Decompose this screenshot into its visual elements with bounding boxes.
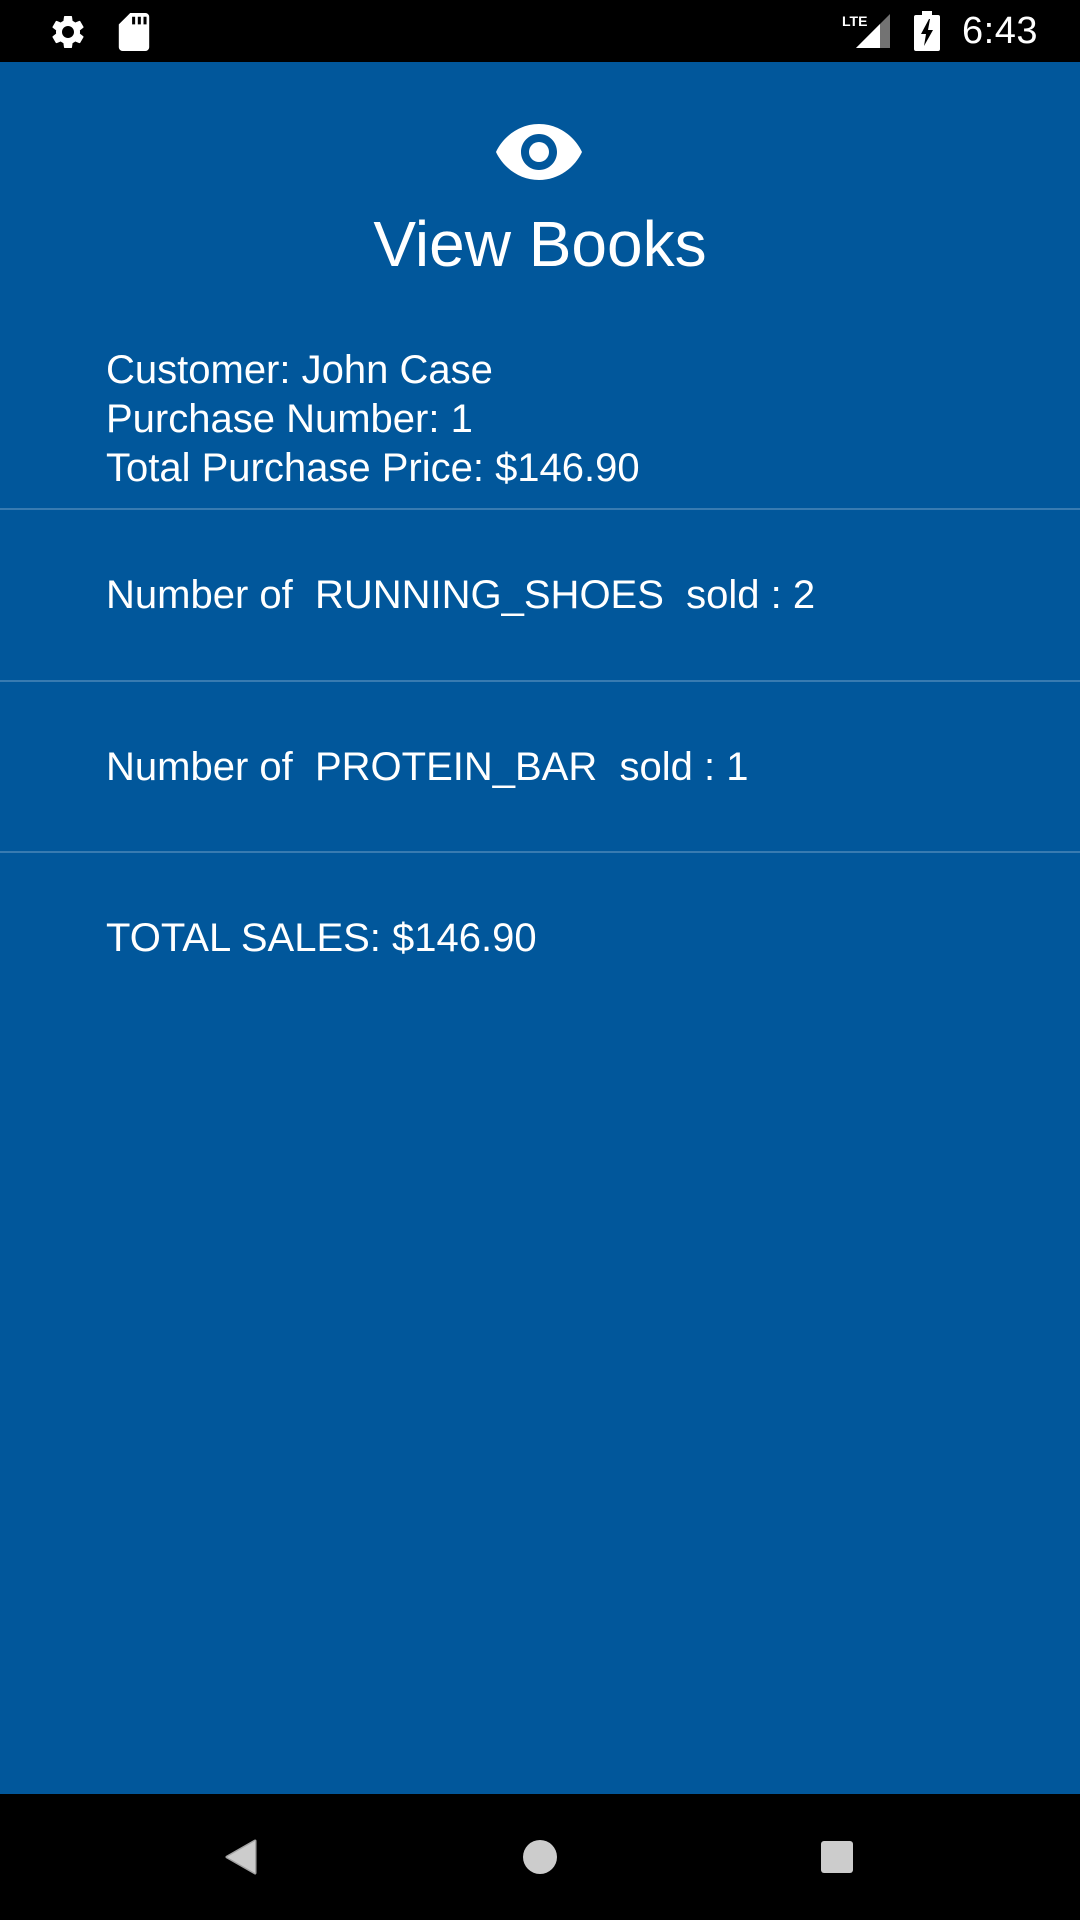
status-left-icons — [48, 12, 150, 52]
eye-icon — [496, 124, 582, 180]
list-item[interactable]: Number of RUNNING_SHOES sold : 2 — [0, 510, 1080, 680]
customer-info: Customer: John Case Purchase Number: 1 T… — [106, 346, 640, 493]
total-sales: TOTAL SALES: $146.90 — [106, 915, 537, 960]
total-purchase-price: Total Purchase Price: $146.90 — [106, 446, 640, 490]
back-button[interactable] — [208, 1824, 274, 1890]
back-icon — [225, 1839, 257, 1875]
total-sales-row: TOTAL SALES: $146.90 — [0, 853, 1080, 1023]
home-icon — [523, 1840, 557, 1874]
status-bar: LTE 6:43 — [0, 0, 1080, 62]
sd-card-icon — [118, 13, 150, 51]
home-button[interactable] — [507, 1824, 573, 1890]
purchase-number: Purchase Number: 1 — [106, 397, 473, 441]
lte-signal-icon: LTE — [842, 13, 891, 48]
settings-icon — [52, 15, 84, 48]
battery-charging-icon — [914, 11, 941, 51]
status-clock: 6:43 — [962, 9, 1038, 52]
list-item[interactable]: Number of PROTEIN_BAR sold : 1 — [0, 682, 1080, 852]
svg-text:LTE: LTE — [842, 13, 867, 29]
recents-button[interactable] — [804, 1824, 870, 1890]
status-right-icons: LTE 6:43 — [842, 8, 1038, 54]
page-title: View Books — [373, 208, 707, 280]
item-sold-text: Number of PROTEIN_BAR sold : 1 — [106, 744, 749, 789]
recents-icon — [821, 1841, 853, 1873]
navigation-bar — [0, 1794, 1080, 1920]
customer-name: Customer: John Case — [106, 348, 493, 392]
item-sold-text: Number of RUNNING_SHOES sold : 2 — [106, 572, 816, 617]
screen: LTE 6:43 View Books Customer: John Case … — [0, 0, 1080, 1920]
